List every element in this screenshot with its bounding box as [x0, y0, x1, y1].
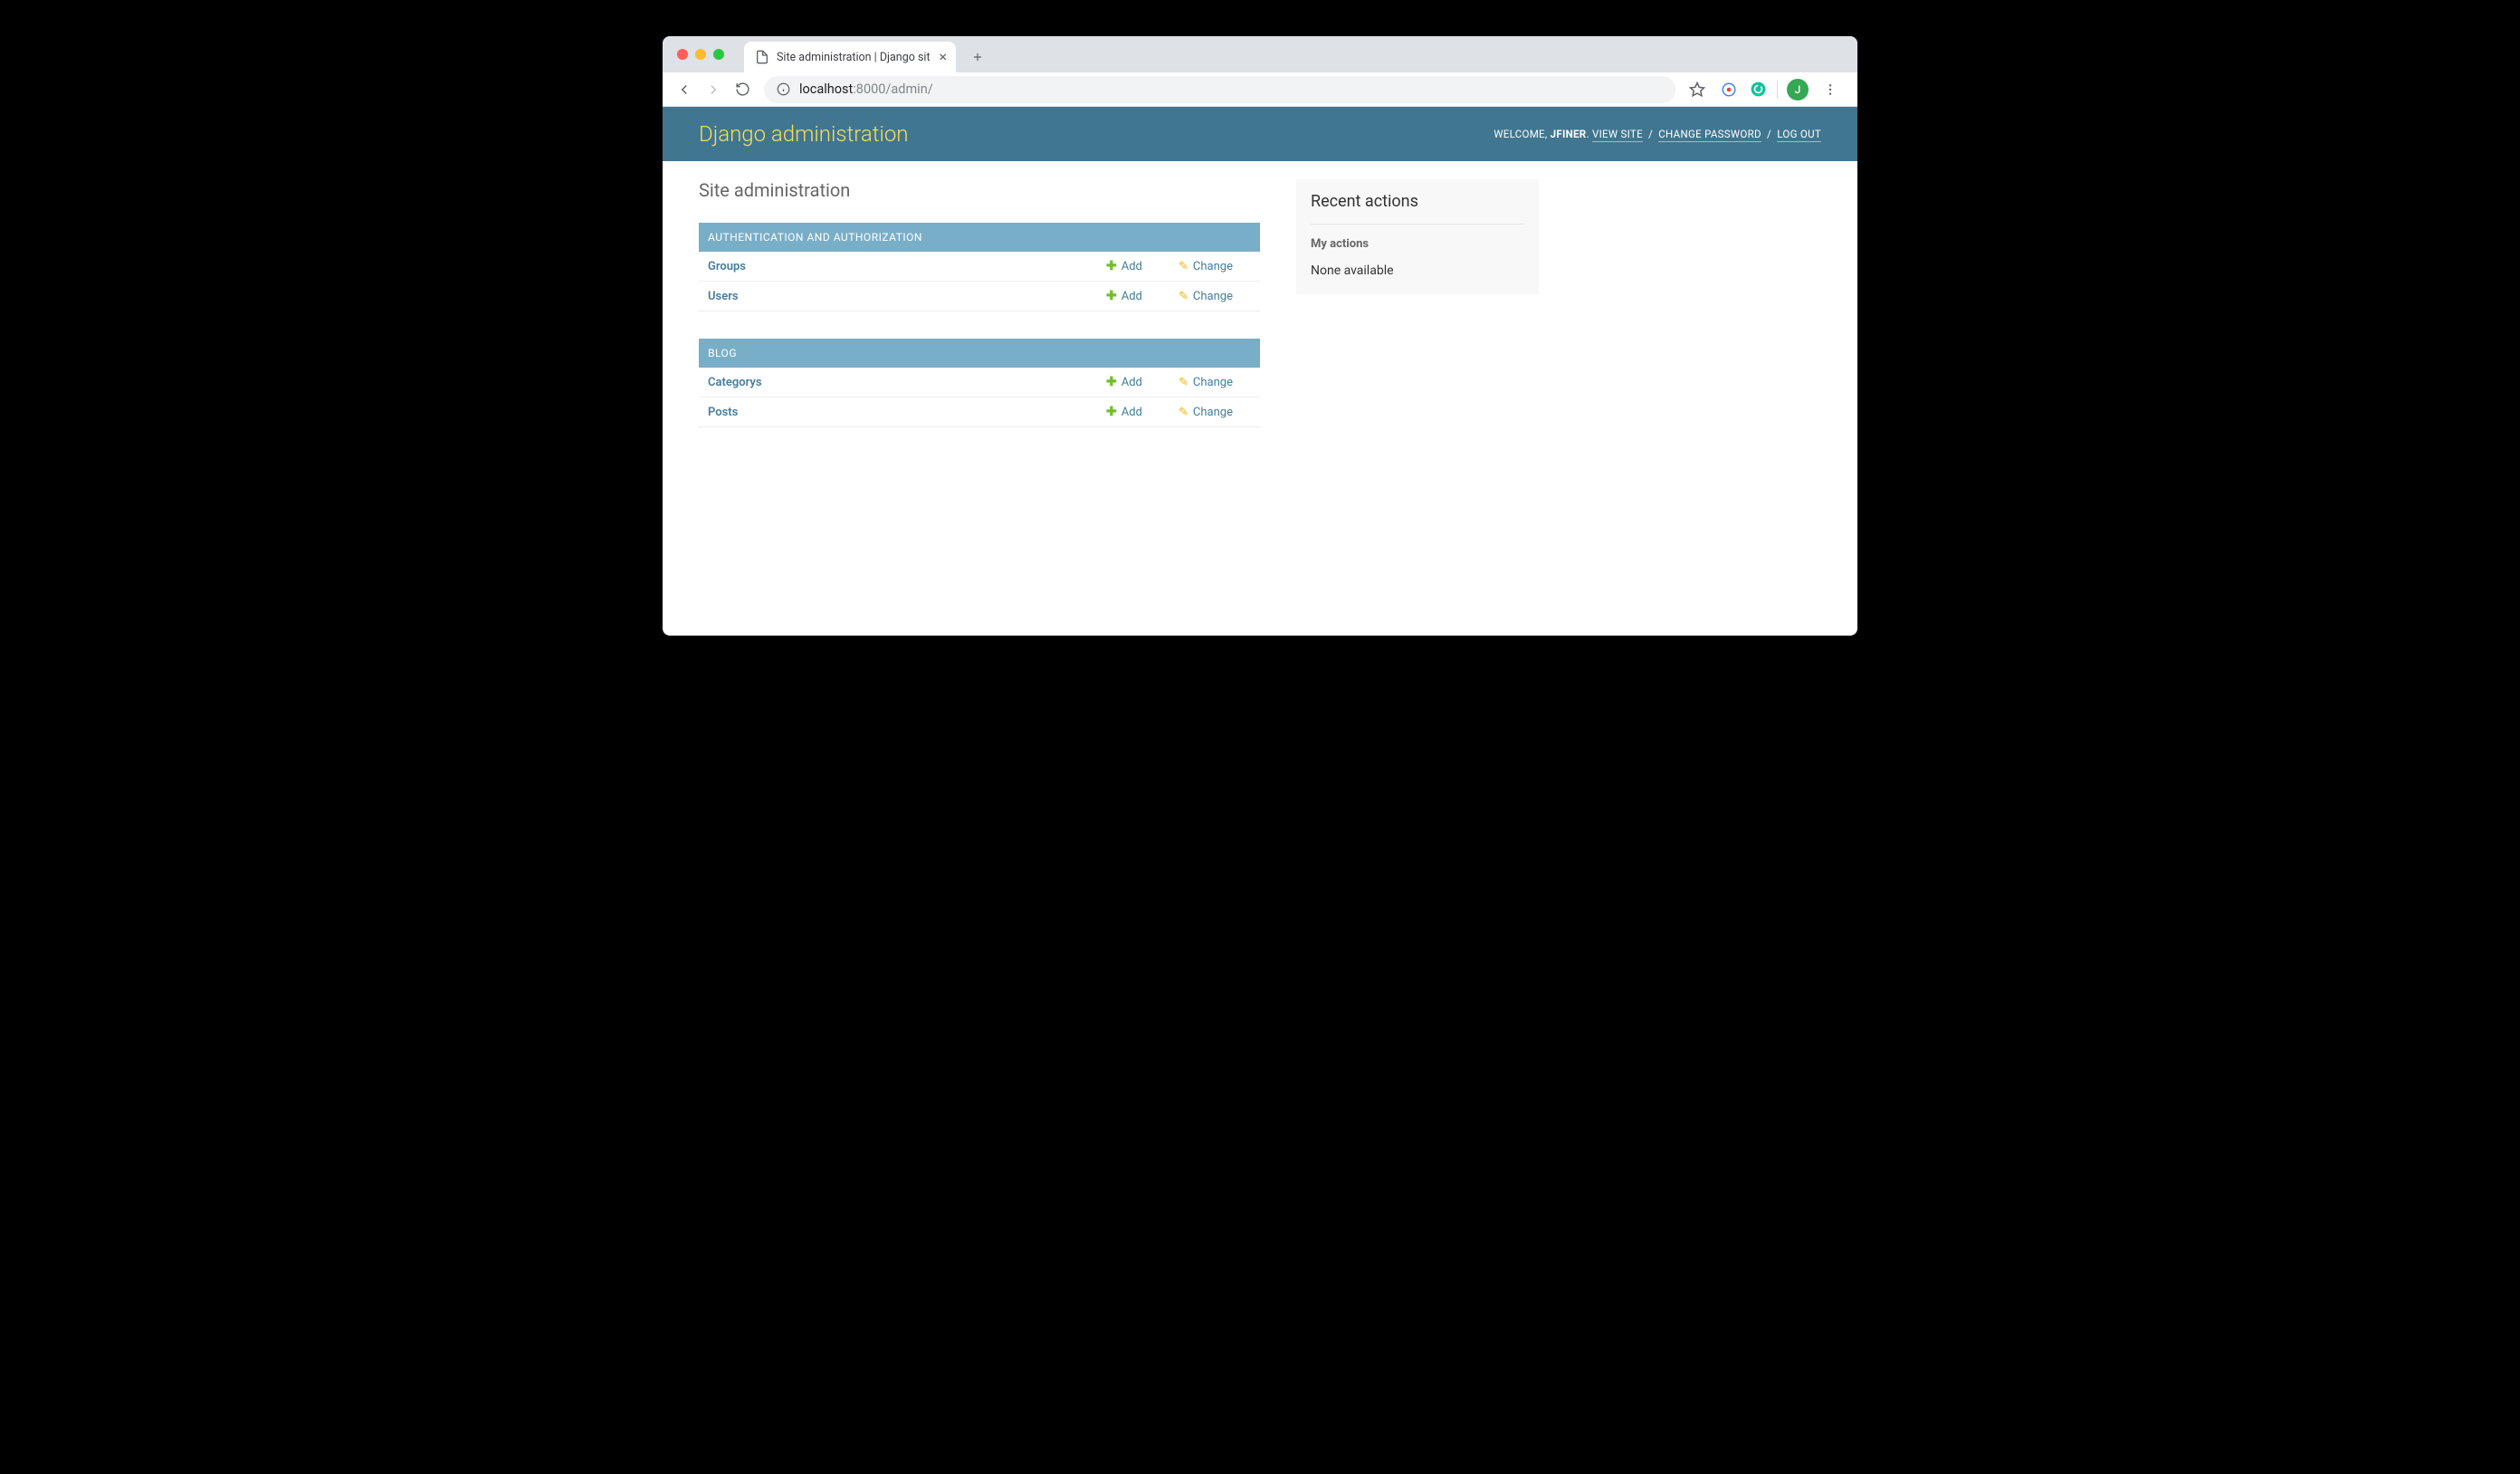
profile-avatar[interactable]: J: [1787, 79, 1809, 100]
browser-tab[interactable]: Site administration | Django sit ×: [744, 42, 956, 72]
pencil-icon: ✎: [1179, 376, 1188, 389]
pencil-icon: ✎: [1179, 406, 1188, 419]
toolbar-divider: [1777, 81, 1778, 99]
change-link[interactable]: ✎Change: [1179, 260, 1251, 273]
plus-icon: ✚: [1106, 259, 1117, 273]
back-button[interactable]: [672, 77, 697, 102]
plus-icon: ✚: [1106, 405, 1117, 419]
module-header[interactable]: BLOG: [699, 339, 1260, 368]
sidebar-title: Recent actions: [1311, 192, 1524, 211]
pencil-icon: ✎: [1179, 290, 1188, 303]
welcome-text: WELCOME,: [1494, 128, 1550, 140]
add-link[interactable]: ✚Add: [1106, 375, 1179, 389]
page-icon: [755, 50, 769, 64]
url-text: localhost:8000/admin/: [799, 81, 933, 97]
omnibox[interactable]: localhost:8000/admin/: [764, 76, 1675, 103]
change-link[interactable]: ✎Change: [1179, 290, 1251, 303]
content: Site administration AUTHENTICATION AND A…: [663, 161, 1857, 636]
model-row: Posts ✚Add ✎Change: [699, 397, 1260, 427]
add-link[interactable]: ✚Add: [1106, 289, 1179, 303]
model-link-users[interactable]: Users: [708, 290, 1106, 303]
brand-title[interactable]: Django administration: [699, 121, 909, 147]
page-title: Site administration: [699, 179, 1260, 201]
main-column: Site administration AUTHENTICATION AND A…: [699, 179, 1260, 455]
reload-button[interactable]: [730, 77, 755, 102]
model-link-categorys[interactable]: Categorys: [708, 376, 1106, 389]
address-bar-row: localhost:8000/admin/ J: [663, 72, 1857, 107]
app-module-blog: BLOG Categorys ✚Add ✎Change Posts ✚Add ✎…: [699, 339, 1260, 427]
change-link[interactable]: ✎Change: [1179, 376, 1251, 389]
model-row: Categorys ✚Add ✎Change: [699, 368, 1260, 397]
log-out-link[interactable]: LOG OUT: [1777, 128, 1821, 142]
model-row: Groups ✚Add ✎Change: [699, 252, 1260, 282]
window-controls: [672, 36, 731, 72]
model-link-posts[interactable]: Posts: [708, 406, 1106, 419]
minimize-window-button[interactable]: [695, 49, 706, 60]
username: JFINER: [1551, 128, 1587, 140]
user-tools: WELCOME, JFINER. VIEW SITE / CHANGE PASS…: [1494, 128, 1821, 140]
plus-icon: ✚: [1106, 289, 1117, 303]
view-site-link[interactable]: VIEW SITE: [1592, 128, 1643, 142]
app-module-auth: AUTHENTICATION AND AUTHORIZATION Groups …: [699, 223, 1260, 311]
maximize-window-button[interactable]: [713, 49, 724, 60]
recent-actions-sidebar: Recent actions My actions None available: [1296, 179, 1539, 294]
pencil-icon: ✎: [1179, 260, 1188, 273]
plus-icon: ✚: [1106, 375, 1117, 389]
forward-button[interactable]: [701, 77, 726, 102]
close-window-button[interactable]: [677, 49, 688, 60]
sidebar-subtitle: My actions: [1311, 237, 1524, 251]
bookmark-star-icon[interactable]: [1685, 77, 1710, 102]
change-link[interactable]: ✎Change: [1179, 406, 1251, 419]
module-header[interactable]: AUTHENTICATION AND AUTHORIZATION: [699, 223, 1260, 252]
change-password-link[interactable]: CHANGE PASSWORD: [1658, 128, 1761, 142]
django-header: Django administration WELCOME, JFINER. V…: [663, 107, 1857, 161]
model-row: Users ✚Add ✎Change: [699, 282, 1260, 311]
add-link[interactable]: ✚Add: [1106, 405, 1179, 419]
new-tab-button[interactable]: [965, 44, 990, 70]
tab-title: Site administration | Django sit: [777, 51, 931, 64]
model-link-groups[interactable]: Groups: [708, 260, 1106, 273]
add-link[interactable]: ✚Add: [1106, 259, 1179, 273]
grammarly-icon[interactable]: [1748, 80, 1768, 100]
chrome-menu-icon[interactable]: [1818, 77, 1843, 102]
sidebar-divider: [1311, 224, 1524, 225]
none-available-text: None available: [1311, 263, 1524, 278]
site-info-icon[interactable]: [777, 82, 790, 96]
extension-icon[interactable]: [1719, 80, 1739, 100]
close-tab-icon[interactable]: ×: [940, 50, 948, 64]
browser-window: Site administration | Django sit × local…: [663, 36, 1857, 636]
extension-icons: J: [1713, 77, 1848, 102]
tab-strip: Site administration | Django sit ×: [663, 36, 1857, 72]
